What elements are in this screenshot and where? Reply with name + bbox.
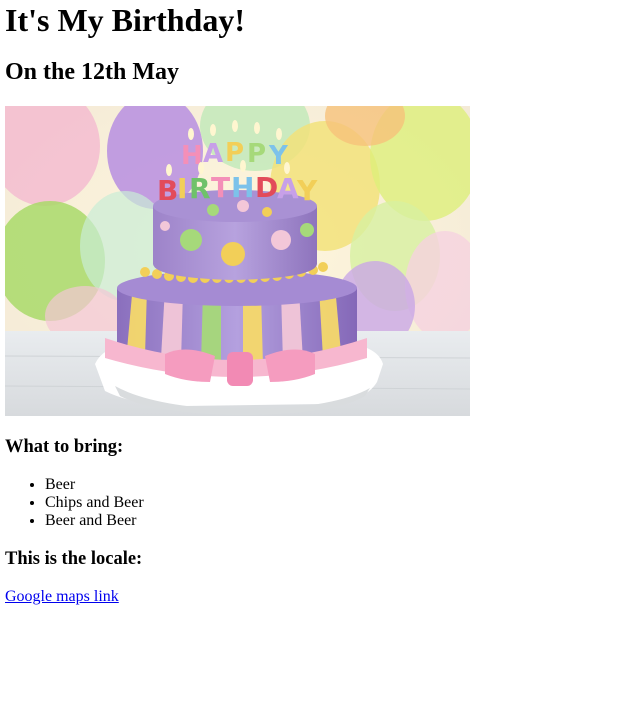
- svg-text:A: A: [203, 139, 223, 169]
- list-item: Beer and Beer: [45, 512, 627, 530]
- birthday-cake-image: H A P P Y B I R T H D A Y: [5, 106, 470, 416]
- bring-list: Beer Chips and Beer Beer and Beer: [5, 476, 627, 530]
- page: It's My Birthday! On the 12th May H A P …: [0, 0, 627, 606]
- google-maps-link[interactable]: Google maps link: [5, 588, 119, 606]
- svg-text:A: A: [277, 172, 299, 205]
- svg-text:D: D: [255, 171, 278, 204]
- page-title: It's My Birthday!: [5, 2, 245, 38]
- page-subtitle: On the 12th May: [5, 59, 179, 85]
- list-item: Beer: [45, 476, 627, 494]
- list-item: Chips and Beer: [45, 494, 627, 512]
- svg-text:T: T: [211, 171, 230, 204]
- svg-text:Y: Y: [296, 174, 318, 207]
- svg-text:R: R: [189, 172, 211, 205]
- svg-text:H: H: [231, 171, 254, 204]
- svg-text:I: I: [177, 172, 187, 205]
- svg-text:B: B: [157, 174, 178, 207]
- bring-heading: What to bring:: [5, 437, 124, 457]
- locale-heading: This is the locale:: [5, 549, 143, 569]
- svg-text:P: P: [247, 139, 266, 169]
